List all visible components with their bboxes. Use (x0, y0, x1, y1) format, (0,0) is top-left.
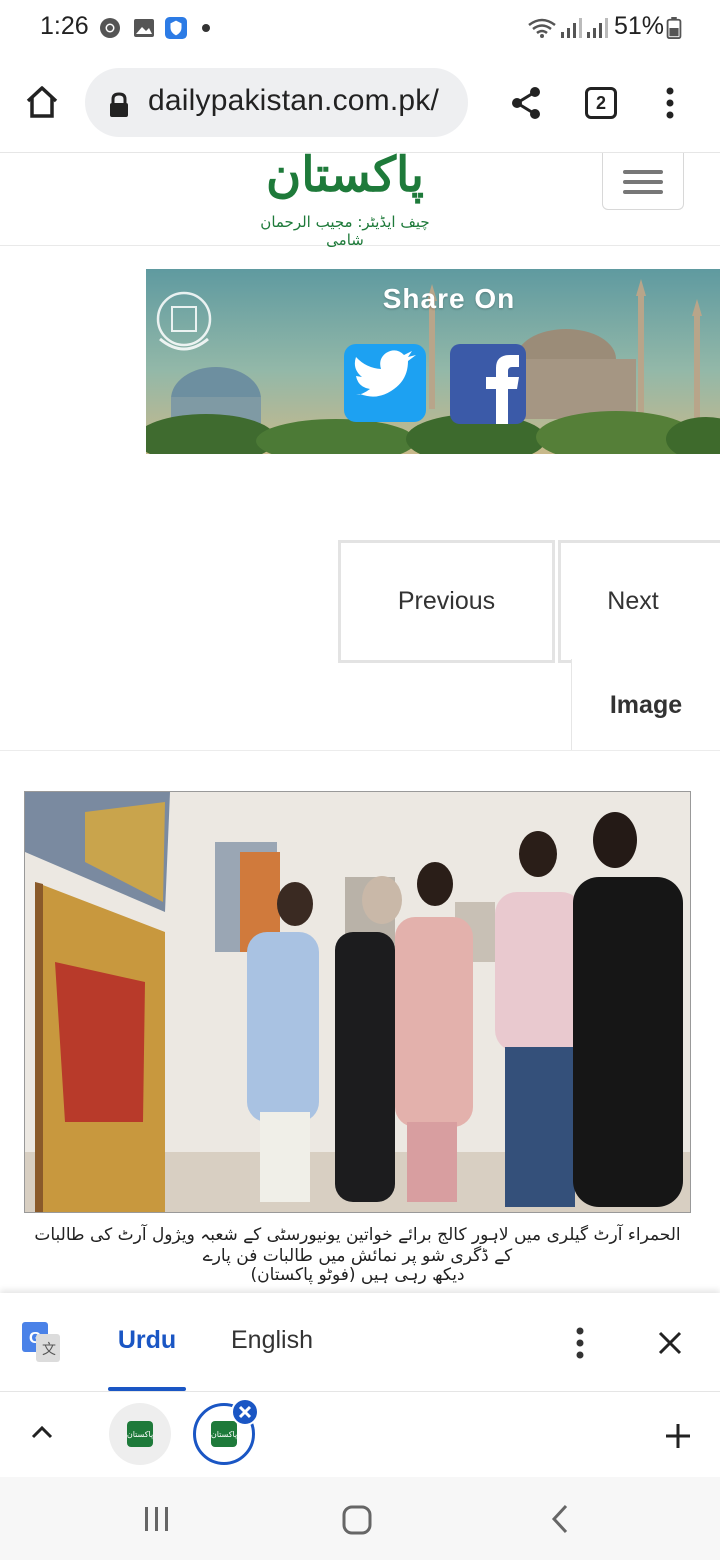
next-label: Next (607, 587, 659, 615)
photo-caption-line2: دیکھ رہی ہیں (فوٹو پاکستان) (250, 1265, 465, 1285)
close-tab-button[interactable] (231, 1398, 259, 1426)
menu-button[interactable] (602, 153, 684, 210)
close-tab-icon (238, 1405, 252, 1419)
wifi-icon (528, 18, 556, 38)
shield-app-icon (165, 17, 187, 39)
battery-icon (666, 17, 682, 39)
translate-more-icon[interactable] (574, 1326, 586, 1360)
tabs-icon[interactable]: 2 (585, 87, 617, 119)
share-on-title: Share On (382, 283, 516, 314)
photo-caption-line1: الحمراء آرٹ گیلری میں لاہور کالج برائے خ… (34, 1225, 681, 1266)
editor-line: چیف ایڈیٹر: مجیب الرحمان شامی (260, 213, 430, 249)
home-icon[interactable] (24, 84, 60, 120)
lock-icon[interactable] (108, 92, 130, 118)
url-text[interactable]: dailypakistan.com.pk/ (148, 84, 439, 118)
recents-icon[interactable] (142, 1505, 172, 1533)
facebook-icon[interactable] (450, 344, 526, 424)
dot-icon (202, 24, 210, 32)
browser-toolbar: dailypakistan.com.pk/ 2 (0, 56, 720, 152)
share-banner: Share On (146, 269, 720, 454)
chrome-icon (100, 18, 120, 38)
hamburger-line (623, 170, 663, 174)
next-button[interactable]: Next (558, 540, 720, 663)
tab-favicon: پاکستان (127, 1421, 153, 1447)
previous-button[interactable]: Previous (338, 540, 555, 663)
battery-percent: 51% (614, 12, 665, 40)
status-time: 1:26 (40, 12, 89, 40)
gallery-photo (25, 792, 690, 1212)
close-icon[interactable] (657, 1330, 683, 1356)
language-tab-english[interactable]: English (231, 1326, 313, 1355)
image-tab[interactable]: Image (571, 659, 720, 751)
back-icon[interactable] (550, 1504, 570, 1534)
image-tab-label: Image (609, 690, 683, 719)
status-bar: 1:26 51% (0, 0, 720, 56)
previous-label: Previous (397, 587, 496, 615)
signal-icon-2 (587, 18, 608, 38)
tab-favicon: پاکستان (211, 1421, 237, 1447)
svg-text:文: 文 (42, 1341, 56, 1357)
twitter-icon[interactable] (344, 344, 426, 422)
tab-thumbnail[interactable]: پاکستان (109, 1403, 171, 1465)
site-header: پاکستان چیف ایڈیٹر: مجیب الرحمان شامی (0, 147, 720, 249)
system-nav-bar (0, 1477, 720, 1560)
share-icon[interactable] (510, 86, 542, 120)
new-tab-icon[interactable] (664, 1422, 692, 1450)
translate-bar: G 文 Urdu English (0, 1293, 720, 1391)
home-nav-icon[interactable] (341, 1504, 373, 1536)
tab-strip: پاکستان پاکستان (0, 1391, 720, 1477)
gallery-icon (134, 19, 154, 37)
hamburger-line (623, 180, 663, 184)
more-vert-icon[interactable] (664, 86, 676, 120)
site-logo[interactable]: پاکستان (255, 147, 435, 207)
google-translate-icon: G 文 (22, 1322, 60, 1362)
language-tab-urdu[interactable]: Urdu (108, 1326, 186, 1355)
signal-icon (561, 18, 582, 38)
divider (0, 750, 720, 751)
chevron-up-icon[interactable] (30, 1424, 54, 1440)
hamburger-line (623, 190, 663, 194)
article-photo[interactable] (24, 791, 691, 1213)
